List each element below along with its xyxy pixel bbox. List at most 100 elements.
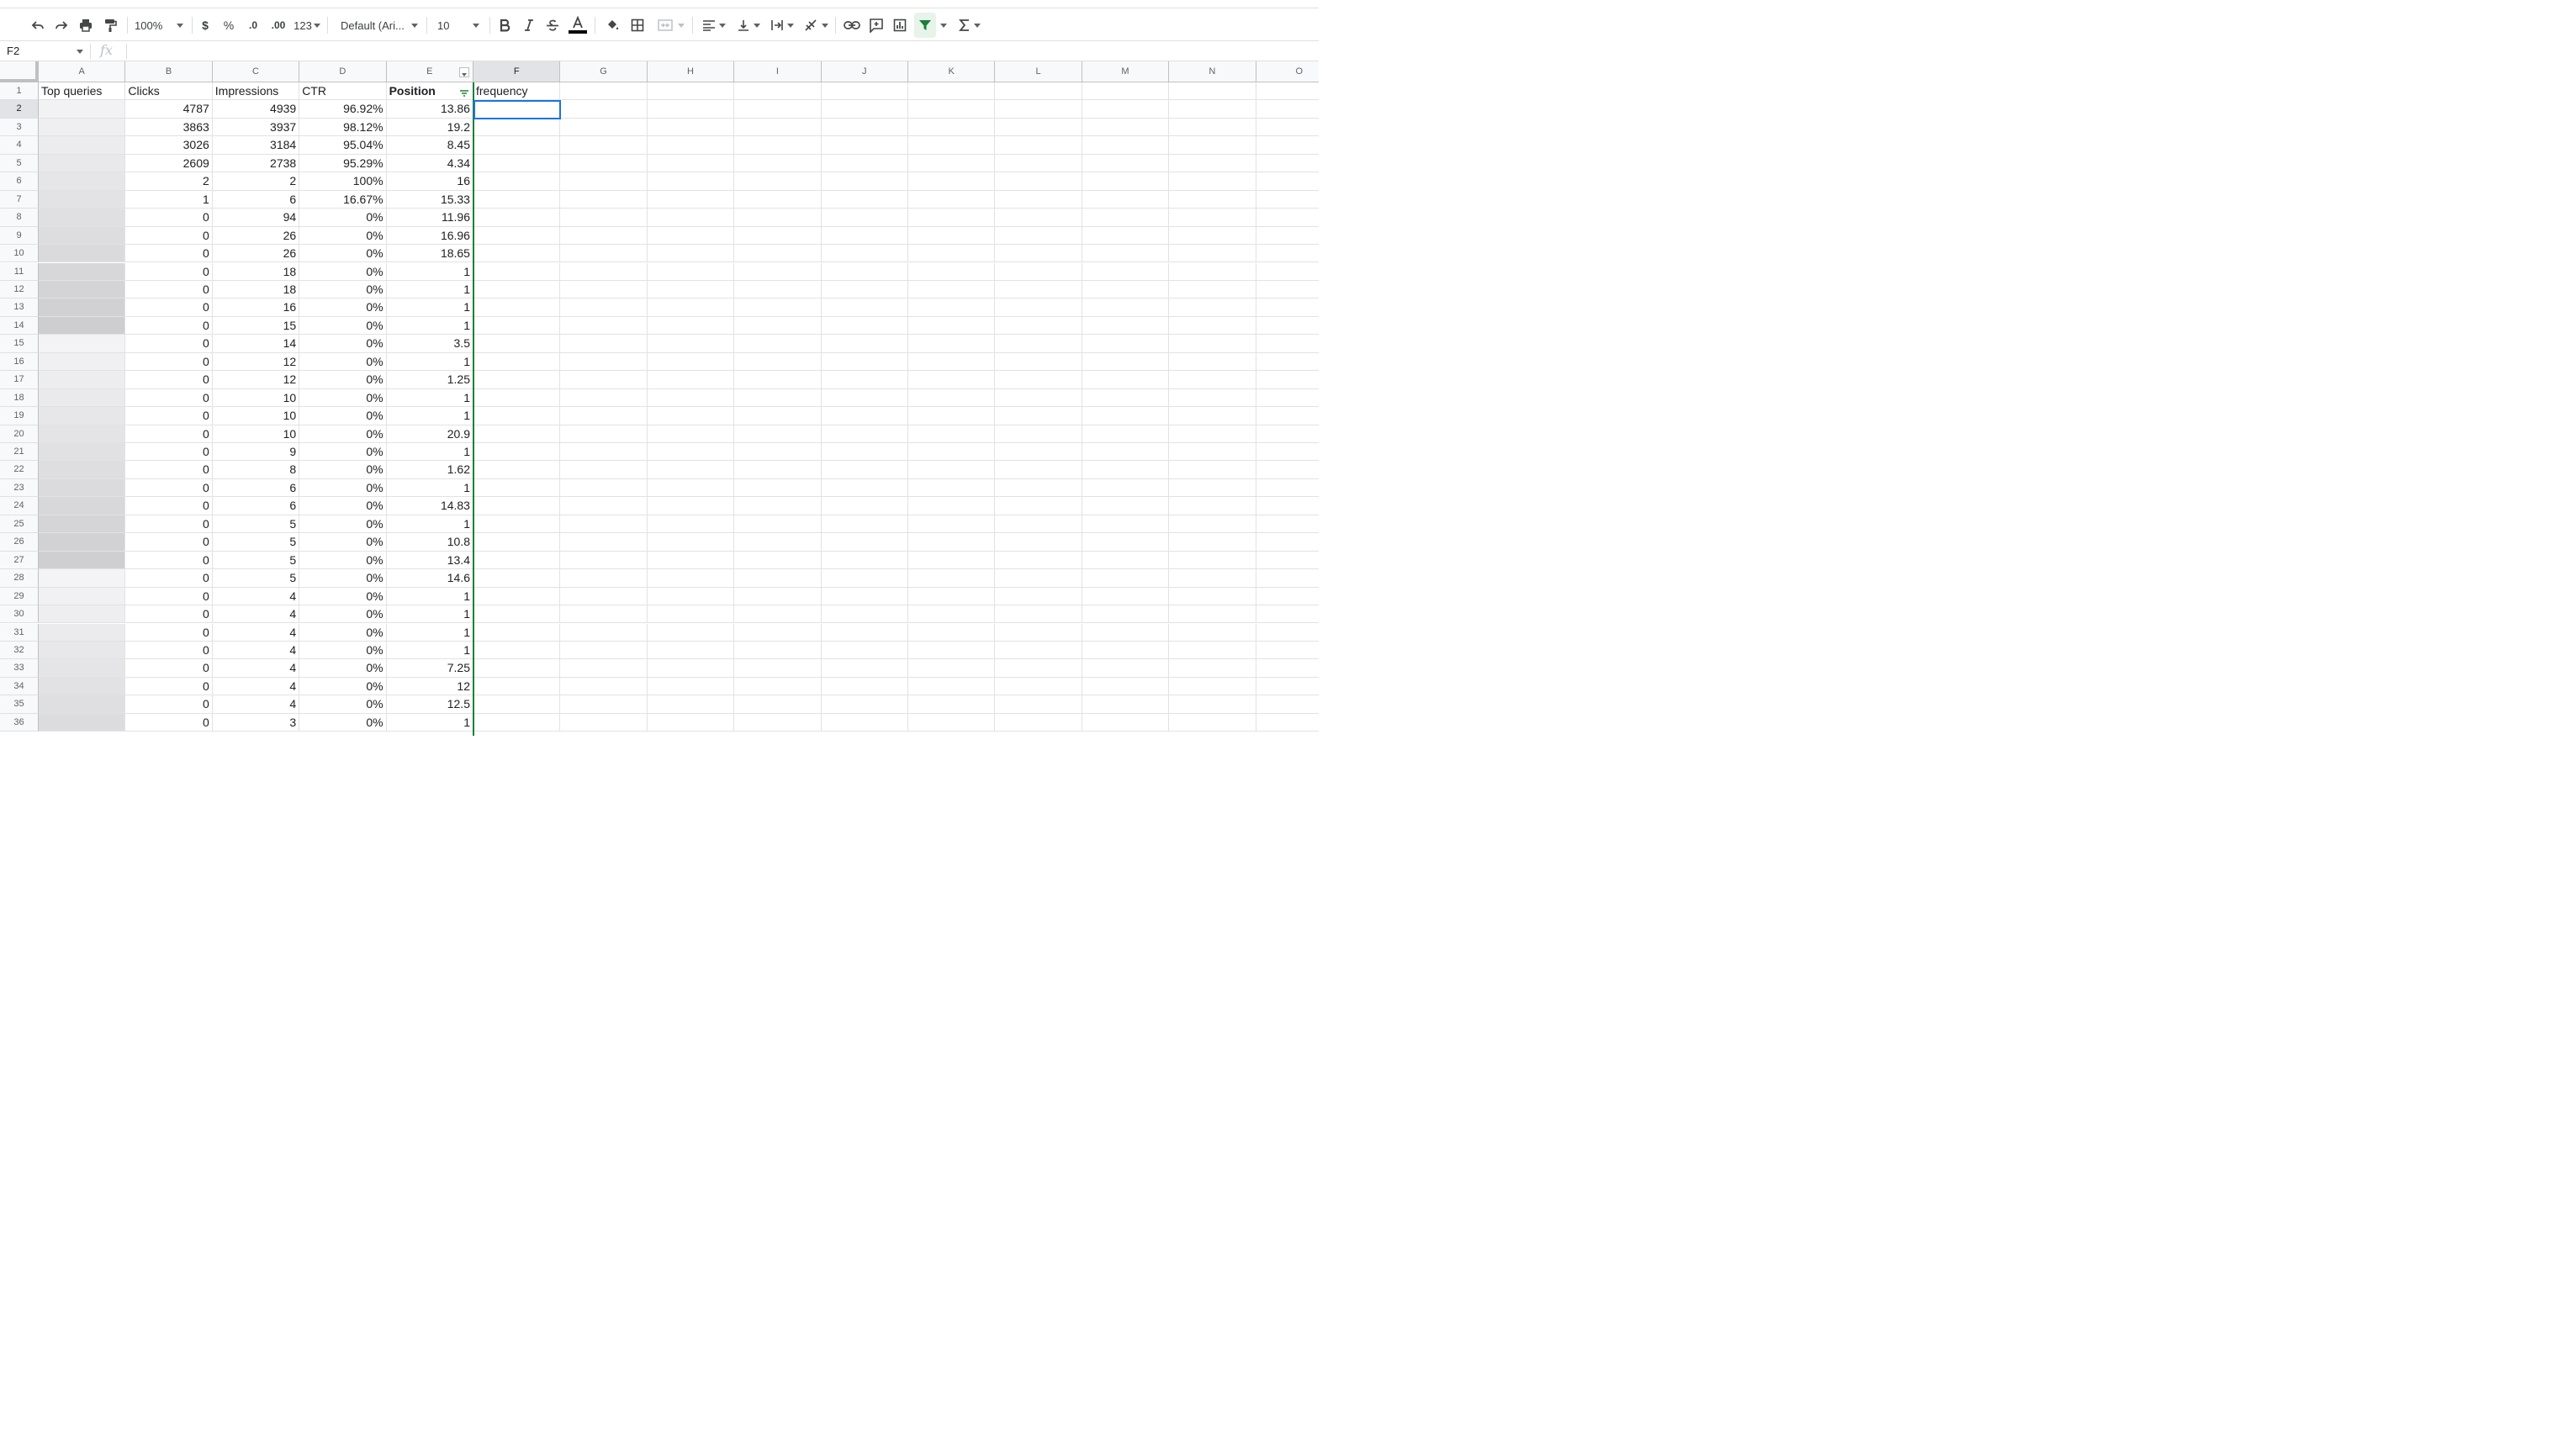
cell-l15[interactable]	[995, 335, 1082, 353]
cell-l24[interactable]	[995, 497, 1082, 515]
redacted-query-cell[interactable]	[39, 136, 126, 155]
cell-n33[interactable]	[1169, 659, 1256, 678]
cell-i16[interactable]	[734, 352, 822, 372]
cell-l31[interactable]	[995, 623, 1082, 642]
cell-i30[interactable]	[734, 605, 822, 624]
cell-position[interactable]: 1	[386, 280, 473, 299]
cell-h9[interactable]	[647, 226, 735, 246]
cell-j23[interactable]	[821, 478, 908, 498]
redacted-query-cell[interactable]	[39, 209, 126, 227]
functions-icon[interactable]	[955, 8, 984, 42]
cell-m16[interactable]	[1082, 352, 1170, 372]
cell-m13[interactable]	[1082, 298, 1170, 317]
cell-h35[interactable]	[647, 695, 735, 714]
cell-g22[interactable]	[560, 461, 648, 479]
cell-k24[interactable]	[908, 497, 996, 515]
cell-i18[interactable]	[734, 388, 822, 408]
row-header-29[interactable]: 29	[0, 587, 39, 606]
cell-ctr[interactable]: 0%	[299, 605, 387, 624]
redacted-query-cell[interactable]	[39, 533, 126, 552]
cell-clicks[interactable]: 0	[125, 461, 213, 479]
cell-h18[interactable]	[647, 388, 735, 408]
cell-ctr[interactable]: 0%	[299, 209, 387, 227]
cell-j28[interactable]	[821, 569, 908, 588]
cell-f4[interactable]	[473, 136, 561, 155]
column-header-c[interactable]: C	[212, 61, 300, 82]
cell-impressions[interactable]: 18	[212, 280, 300, 299]
row-header-23[interactable]: 23	[0, 478, 39, 498]
cell-ctr[interactable]: 0%	[299, 226, 387, 246]
header-cell-f[interactable]: frequency	[473, 82, 561, 101]
cell-n29[interactable]	[1169, 587, 1256, 606]
cell-l11[interactable]	[995, 262, 1082, 281]
cell-j14[interactable]	[821, 316, 908, 335]
cell-n11[interactable]	[1169, 262, 1256, 281]
cell-j16[interactable]	[821, 352, 908, 372]
cell-clicks[interactable]: 3863	[125, 118, 213, 137]
cell-o21[interactable]	[1256, 443, 1319, 462]
cell-position[interactable]: 19.2	[386, 118, 473, 137]
cell-impressions[interactable]: 10	[212, 425, 300, 443]
cell-n26[interactable]	[1169, 533, 1256, 552]
cell-k20[interactable]	[908, 425, 996, 443]
cell-f32[interactable]	[473, 641, 561, 660]
cell-h2[interactable]	[647, 100, 735, 119]
cell-h24[interactable]	[647, 497, 735, 515]
cell-m32[interactable]	[1082, 641, 1170, 660]
cell-impressions[interactable]: 6	[212, 497, 300, 515]
cell-f3[interactable]	[473, 118, 561, 137]
cell-clicks[interactable]: 0	[125, 605, 213, 624]
cell-l4[interactable]	[995, 136, 1082, 155]
column-header-k[interactable]: K	[908, 61, 996, 82]
cell-k32[interactable]	[908, 641, 996, 660]
cell-n31[interactable]	[1169, 623, 1256, 642]
cell-k35[interactable]	[908, 695, 996, 714]
cell-n20[interactable]	[1169, 425, 1256, 443]
row-header-2[interactable]: 2	[0, 100, 39, 119]
cell-k22[interactable]	[908, 461, 996, 479]
cell-n21[interactable]	[1169, 443, 1256, 462]
cell-ctr[interactable]: 0%	[299, 280, 387, 299]
cell-f9[interactable]	[473, 226, 561, 246]
cell-o24[interactable]	[1256, 497, 1319, 515]
currency-format-button[interactable]: $	[198, 8, 213, 42]
cell-g25[interactable]	[560, 515, 648, 534]
cell-position[interactable]: 1	[386, 407, 473, 425]
cell-g14[interactable]	[560, 316, 648, 335]
cell-impressions[interactable]: 10	[212, 407, 300, 425]
cell-o35[interactable]	[1256, 695, 1319, 714]
column-header-b[interactable]: B	[125, 61, 213, 82]
cell-l1[interactable]	[995, 82, 1082, 101]
cell-j20[interactable]	[821, 425, 908, 443]
cell-f19[interactable]	[473, 407, 561, 425]
cell-o8[interactable]	[1256, 209, 1319, 227]
row-header-9[interactable]: 9	[0, 226, 39, 246]
cell-l23[interactable]	[995, 478, 1082, 498]
cell-impressions[interactable]: 18	[212, 262, 300, 281]
cell-f20[interactable]	[473, 425, 561, 443]
cell-l33[interactable]	[995, 659, 1082, 678]
cell-o10[interactable]	[1256, 245, 1319, 263]
cell-impressions[interactable]: 4	[212, 641, 300, 660]
cell-position[interactable]: 1	[386, 316, 473, 335]
cell-f12[interactable]	[473, 280, 561, 299]
cell-m9[interactable]	[1082, 226, 1170, 246]
cell-j1[interactable]	[821, 82, 908, 101]
paint-format-icon[interactable]	[101, 8, 119, 42]
cell-o7[interactable]	[1256, 191, 1319, 209]
cell-l19[interactable]	[995, 407, 1082, 425]
cell-i27[interactable]	[734, 551, 822, 570]
cell-i36[interactable]	[734, 713, 822, 732]
cell-i9[interactable]	[734, 226, 822, 246]
cell-f23[interactable]	[473, 478, 561, 498]
cell-clicks[interactable]: 0	[125, 443, 213, 462]
cell-k31[interactable]	[908, 623, 996, 642]
cell-m34[interactable]	[1082, 677, 1170, 696]
cell-ctr[interactable]: 0%	[299, 659, 387, 678]
cell-f25[interactable]	[473, 515, 561, 534]
cell-position[interactable]: 1	[386, 478, 473, 498]
cell-l18[interactable]	[995, 388, 1082, 408]
cell-position[interactable]: 1	[386, 605, 473, 624]
cell-f10[interactable]	[473, 245, 561, 263]
cell-impressions[interactable]: 5	[212, 551, 300, 570]
